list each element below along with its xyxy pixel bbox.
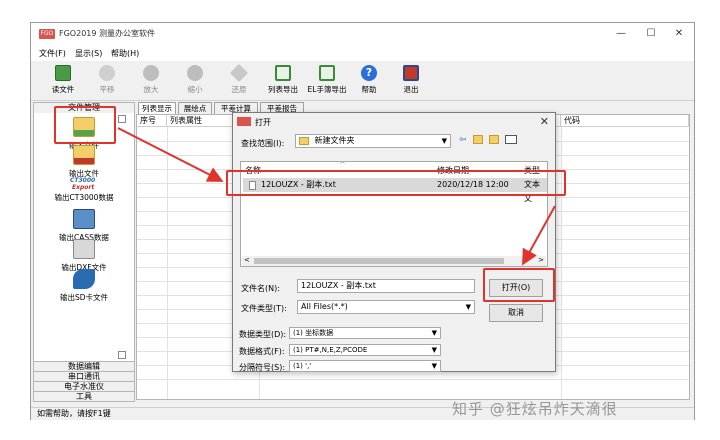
- arrow-to-file-list: [117, 127, 224, 182]
- watermark: 知乎 @狂炫吊炸天滴很: [452, 400, 618, 418]
- arrow-to-open-button: [522, 205, 556, 266]
- annotation-arrows: [117, 127, 556, 266]
